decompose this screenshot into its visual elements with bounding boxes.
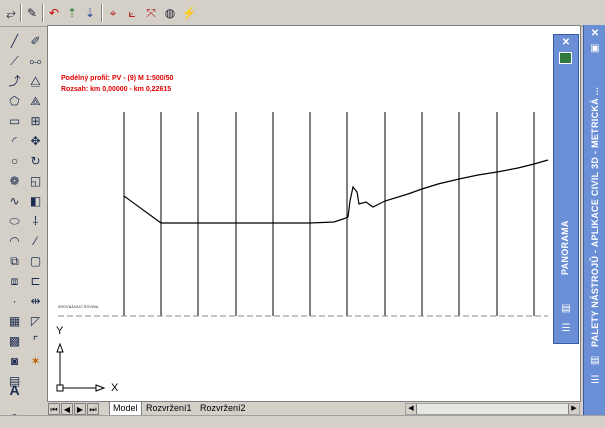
hatch-icon[interactable]: ▦ bbox=[5, 311, 24, 331]
orbit-icon[interactable]: ◍ bbox=[161, 4, 179, 22]
tab-model[interactable]: Model bbox=[109, 402, 142, 416]
tool-palettes[interactable]: ✕ ▣ PALETY NÁSTROJŮ - APLIKACE CIVIL 3D … bbox=[583, 25, 605, 415]
menu-icon[interactable]: ☰ bbox=[559, 323, 573, 335]
rectangle-icon[interactable]: ▭ bbox=[5, 111, 24, 131]
ucs-x-arrow bbox=[95, 384, 106, 392]
drawing-canvas[interactable]: Podélný profil: PV - (9) M 1:500/50 Rozs… bbox=[47, 25, 581, 403]
ucs-origin-icon[interactable]: ⌖ bbox=[104, 4, 122, 22]
region-icon[interactable]: ◙ bbox=[5, 351, 24, 371]
tab-layout2[interactable]: Rozvržení2 bbox=[197, 402, 249, 415]
arc-icon[interactable]: ◜ bbox=[5, 131, 24, 151]
mirror-icon[interactable]: ⧋ bbox=[26, 71, 45, 91]
panorama-title: PANORAMA bbox=[560, 220, 570, 275]
layout-tab-bar: ⏮ ◀ ▶ ⏭ Model Rozvržení1 Rozvržení2 ◀ ▶ bbox=[47, 401, 581, 416]
profile-range: Rozsah: km 0,00000 - km 0,22615 bbox=[61, 86, 172, 93]
break-icon[interactable]: ⊏ bbox=[26, 271, 45, 291]
drawing-svg bbox=[56, 112, 549, 392]
erase-icon[interactable]: ✐ bbox=[26, 31, 45, 51]
tab-layout1[interactable]: Rozvržení1 bbox=[143, 402, 195, 415]
last-tab-icon[interactable]: ⏭ bbox=[87, 403, 99, 415]
profile-title: Podélný profil: PV - (9) M 1:500/50 bbox=[61, 75, 174, 82]
ucs-y-arrow bbox=[56, 342, 64, 353]
ucs-y-label: Y bbox=[56, 325, 64, 337]
make-block-icon[interactable]: ⧈ bbox=[5, 271, 24, 291]
edit-polyline-icon[interactable]: ✎ bbox=[23, 4, 41, 22]
menu-icon[interactable]: ☰ bbox=[588, 375, 602, 387]
next-tab-icon[interactable]: ▶ bbox=[74, 403, 86, 415]
first-tab-icon[interactable]: ⏮ bbox=[48, 403, 60, 415]
fillet-icon[interactable]: ⌜ bbox=[26, 331, 45, 351]
tool-palettes-title: PALETY NÁSTROJŮ - APLIKACE CIVIL 3D - ME… bbox=[590, 86, 600, 347]
chamfer-icon[interactable]: ◸ bbox=[26, 311, 45, 331]
line-icon[interactable]: ╱ bbox=[5, 31, 24, 51]
grip-down-icon[interactable]: ⇣ bbox=[81, 4, 99, 22]
station-lines bbox=[123, 112, 535, 316]
toolbar-separator bbox=[42, 4, 44, 22]
ucs-x-label: X bbox=[111, 382, 119, 394]
polygon-icon[interactable]: ⬠ bbox=[5, 91, 24, 111]
draw-toolbar: ╱ ⟋ ⤴ ⬠ ▭ ◜ ○ ❁ ∿ ⬭ ◠ ⧉ ⧈ · ▦ ▩ ◙ ▤ A ⊕ bbox=[4, 28, 26, 425]
explode-icon[interactable]: ✶ bbox=[26, 351, 45, 371]
rotate-icon[interactable]: ↻ bbox=[26, 151, 45, 171]
terrain-profile-line bbox=[123, 159, 549, 224]
scale-icon[interactable]: ◱ bbox=[26, 171, 45, 191]
join-icon[interactable]: ⇹ bbox=[26, 291, 45, 311]
auto-hide-icon[interactable]: ▤ bbox=[588, 355, 602, 367]
insert-block-icon[interactable]: ⧉ bbox=[5, 251, 24, 271]
scroll-left-icon[interactable]: ◀ bbox=[406, 404, 417, 414]
spline-icon[interactable]: ∿ bbox=[5, 191, 24, 211]
top-toolbar: ⥂ ✎ ↶ ⇡ ⇣ ⌖ ⟀ ⤧ ◍ ⚡ bbox=[0, 0, 605, 27]
toolbar-separator bbox=[20, 4, 22, 22]
scroll-right-icon[interactable]: ▶ bbox=[568, 404, 579, 414]
circle-icon[interactable]: ○ bbox=[5, 151, 24, 171]
trim-icon[interactable]: ⸸ bbox=[26, 211, 45, 231]
datum-label: SROVNÁVACÍ ROVINA bbox=[58, 305, 99, 309]
ucs-origin-box bbox=[56, 384, 64, 392]
regen-icon[interactable]: ⥂ bbox=[2, 4, 20, 22]
move-icon[interactable]: ✥ bbox=[26, 131, 45, 151]
ucs-icon bbox=[56, 342, 106, 392]
mtext-icon[interactable]: A bbox=[5, 380, 24, 400]
close-icon[interactable]: ✕ bbox=[588, 28, 602, 40]
modify-toolbar: ✐ ⧟ ⧋ ⟁ ⊞ ✥ ↻ ◱ ◧ ⸸ ⁄ ▢ ⊏ ⇹ ◸ ⌜ ✶ bbox=[25, 28, 46, 423]
properties-icon[interactable]: ▣ bbox=[588, 43, 602, 55]
offset-icon[interactable]: ⟁ bbox=[26, 91, 45, 111]
panorama-palette[interactable]: ✕ PANORAMA ▤ ☰ bbox=[553, 34, 579, 344]
polyline-icon[interactable]: ⤴ bbox=[5, 71, 24, 91]
image-icon[interactable] bbox=[559, 52, 572, 64]
gradient-icon[interactable]: ▩ bbox=[5, 331, 24, 351]
grip-up-icon[interactable]: ⇡ bbox=[63, 4, 81, 22]
properties-icon[interactable]: ▤ bbox=[559, 303, 573, 315]
horizontal-scrollbar[interactable]: ◀ ▶ bbox=[405, 403, 580, 415]
stretch-icon[interactable]: ◧ bbox=[26, 191, 45, 211]
ellipse-arc-icon[interactable]: ◠ bbox=[5, 231, 24, 251]
prev-tab-icon[interactable]: ◀ bbox=[61, 403, 73, 415]
undo-arrow-icon[interactable]: ↶ bbox=[45, 4, 63, 22]
ucs-3point-icon[interactable]: ⟀ bbox=[123, 4, 141, 22]
copy-icon[interactable]: ⧟ bbox=[26, 51, 45, 71]
extend-icon[interactable]: ⁄ bbox=[26, 231, 45, 251]
flashlight-icon[interactable]: ⚡ bbox=[180, 4, 198, 22]
ellipse-icon[interactable]: ⬭ bbox=[5, 211, 24, 231]
construction-line-icon[interactable]: ⟋ bbox=[5, 51, 24, 71]
point-icon[interactable]: · bbox=[5, 291, 24, 311]
revision-cloud-icon[interactable]: ❁ bbox=[5, 171, 24, 191]
ucs-axis-icon[interactable]: ⤧ bbox=[142, 4, 160, 22]
close-icon[interactable]: ✕ bbox=[559, 37, 573, 49]
array-icon[interactable]: ⊞ bbox=[26, 111, 45, 131]
toolbar-separator bbox=[101, 4, 103, 22]
break-point-icon[interactable]: ▢ bbox=[26, 251, 45, 271]
